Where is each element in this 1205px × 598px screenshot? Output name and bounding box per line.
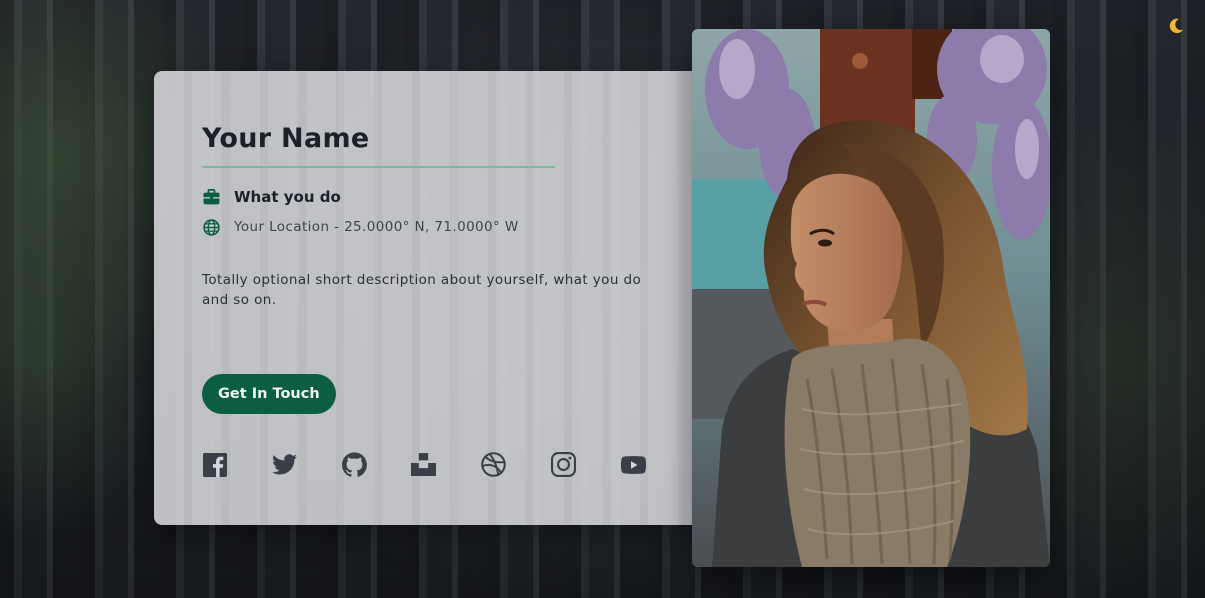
facebook-link[interactable]	[202, 452, 227, 477]
theme-toggle-button[interactable]	[1165, 15, 1187, 37]
location-text: Your Location - 25.0000° N, 71.0000° W	[234, 219, 519, 235]
unsplash-link[interactable]	[411, 452, 437, 477]
name-divider	[202, 166, 555, 168]
briefcase-icon	[202, 188, 220, 206]
unsplash-icon	[411, 453, 437, 476]
dribbble-link[interactable]	[481, 452, 506, 477]
dribbble-icon	[481, 452, 506, 477]
instagram-link[interactable]	[550, 452, 576, 477]
github-icon	[341, 452, 367, 477]
profile-name: Your Name	[202, 123, 370, 154]
social-links	[202, 452, 646, 477]
occupation-row: What you do	[202, 188, 642, 206]
moon-icon	[1169, 18, 1184, 34]
location-row: Your Location - 25.0000° N, 71.0000° W	[202, 218, 642, 236]
get-in-touch-button[interactable]: Get In Touch	[202, 373, 336, 414]
profile-card: Your Name What you do Your Location - 25…	[154, 71, 714, 525]
youtube-icon	[620, 455, 646, 474]
facebook-icon	[202, 452, 227, 477]
occupation-text: What you do	[234, 188, 341, 206]
twitter-icon	[271, 454, 297, 475]
globe-icon	[202, 218, 220, 236]
youtube-link[interactable]	[620, 452, 646, 477]
profile-description: Totally optional short description about…	[202, 272, 642, 308]
instagram-icon	[550, 452, 576, 477]
github-link[interactable]	[341, 452, 367, 477]
profile-photo	[692, 29, 1050, 567]
twitter-link[interactable]	[271, 452, 297, 477]
